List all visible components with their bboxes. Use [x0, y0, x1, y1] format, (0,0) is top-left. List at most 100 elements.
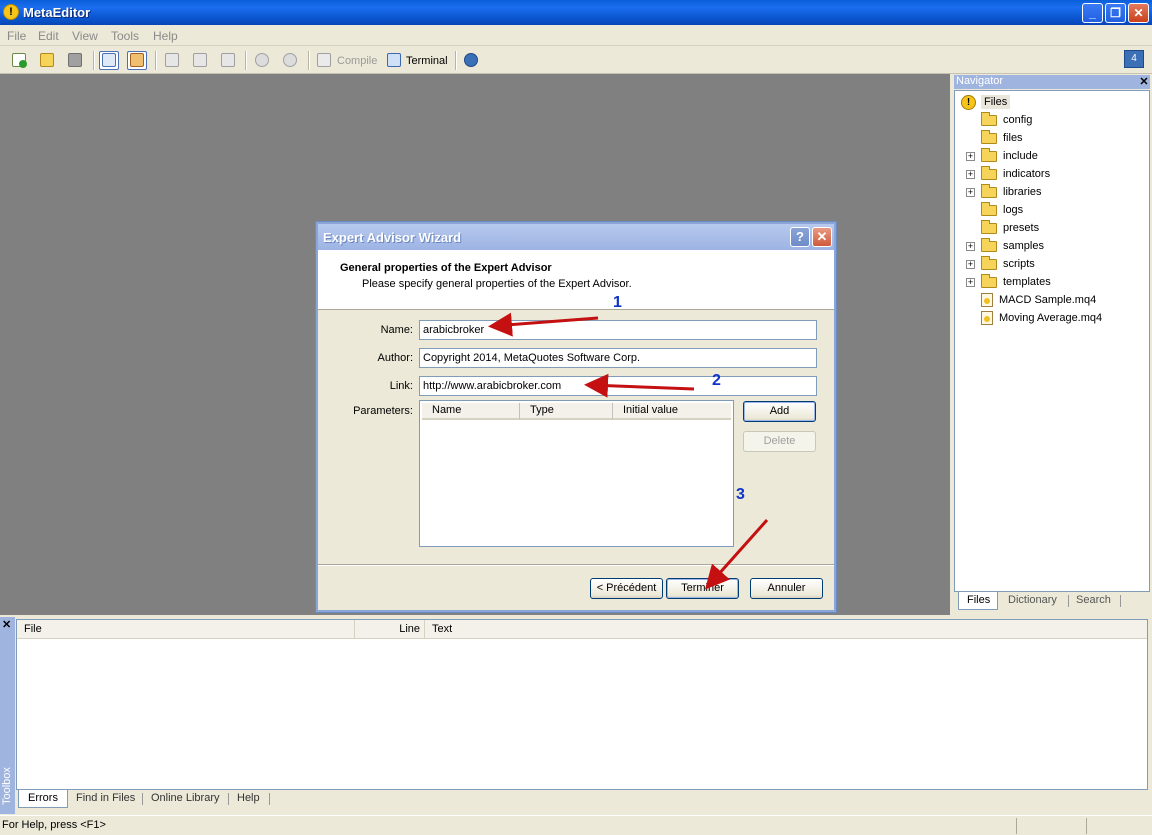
save-file-button[interactable] [65, 51, 85, 70]
dialog-close-button[interactable]: ✕ [812, 227, 832, 247]
tab-files[interactable]: Files [958, 592, 998, 610]
new-file-button[interactable] [9, 51, 29, 70]
annotation-number-2: 2 [712, 372, 721, 389]
column-file[interactable]: File [17, 620, 355, 639]
tree-item-moving-average-mq4[interactable]: Moving Average.mq4 [981, 309, 1102, 327]
folder-icon [981, 273, 997, 288]
notification-badge[interactable]: 4 [1124, 50, 1144, 68]
open-file-button[interactable] [37, 51, 57, 70]
toolbar-separator [308, 51, 309, 70]
dialog-separator [318, 564, 834, 566]
title-bar: ! MetaEditor _ ❐ ✕ [0, 0, 1152, 25]
tree-item-label: templates [1003, 276, 1051, 288]
tree-expand-icon[interactable]: + [966, 188, 975, 197]
tree-expand-icon[interactable]: + [966, 278, 975, 287]
status-cell [1016, 818, 1086, 834]
column-text[interactable]: Text [425, 620, 1147, 639]
name-input[interactable] [419, 320, 817, 340]
parameters-label: Parameters: [353, 405, 413, 417]
tree-item-label: Moving Average.mq4 [999, 312, 1103, 324]
help-icon[interactable] [461, 51, 481, 70]
undo-icon[interactable] [252, 51, 272, 70]
tab-dictionary[interactable]: Dictionary [1006, 592, 1070, 610]
tree-expand-icon[interactable]: + [966, 170, 975, 179]
tree-item-libraries[interactable]: libraries [981, 183, 1042, 201]
author-input[interactable] [419, 348, 817, 368]
dialog-header-title: General properties of the Expert Advisor [340, 262, 552, 274]
column-name[interactable]: Name [422, 403, 520, 420]
cut-icon[interactable] [162, 51, 182, 70]
delete-parameter-button[interactable]: Delete [743, 431, 816, 452]
column-line[interactable]: Line [355, 620, 425, 639]
folder-icon [981, 183, 997, 198]
finish-button[interactable]: Terminer [666, 578, 739, 599]
file-icon [981, 293, 993, 308]
link-input[interactable] [419, 376, 817, 396]
menu-file[interactable]: File [7, 29, 26, 43]
menu-tools[interactable]: Tools [111, 29, 139, 43]
tree-expand-icon[interactable]: + [966, 152, 975, 161]
tree-item-files[interactable]: files [981, 129, 1023, 147]
tree-item-config[interactable]: config [981, 111, 1032, 129]
copy-icon[interactable] [190, 51, 210, 70]
dialog-help-button[interactable]: ? [790, 227, 810, 247]
toolbar-separator [245, 51, 246, 70]
menu-help[interactable]: Help [153, 29, 178, 43]
navigator-tree[interactable]: ! Files config files + include + indicators + li… [954, 90, 1150, 592]
app-icon: ! [3, 4, 19, 20]
link-label: Link: [389, 380, 413, 392]
cancel-button[interactable]: Annuler [750, 578, 823, 599]
parameters-list[interactable]: Name Type Initial value [419, 400, 734, 547]
tab-errors[interactable]: Errors [18, 790, 68, 808]
tree-item-indicators[interactable]: indicators [981, 165, 1050, 183]
tab-divider [269, 793, 270, 805]
add-parameter-button[interactable]: Add [743, 401, 816, 422]
dialog-title: Expert Advisor Wizard [323, 230, 462, 245]
terminal-icon[interactable] [384, 51, 404, 70]
tree-item-templates[interactable]: templates [981, 273, 1051, 291]
tree-item-samples[interactable]: samples [981, 237, 1044, 255]
redo-icon[interactable] [280, 51, 300, 70]
tree-item-presets[interactable]: presets [981, 219, 1039, 237]
tab-divider [1068, 595, 1069, 607]
navigator-toggle-button[interactable] [99, 51, 119, 70]
tab-online-library[interactable]: Online Library [151, 790, 231, 808]
menu-view[interactable]: View [72, 29, 98, 43]
tab-divider [1120, 595, 1121, 607]
column-initial-value[interactable]: Initial value [613, 403, 731, 420]
compile-icon[interactable] [314, 51, 334, 70]
expert-advisor-wizard-dialog: Expert Advisor Wizard ? ✕ General proper… [316, 222, 836, 612]
status-cell [1086, 818, 1126, 834]
toolbox-toggle-button[interactable] [127, 51, 147, 70]
toolbox-label: Toolbox [1, 767, 13, 805]
tab-help[interactable]: Help [237, 790, 273, 808]
menu-edit[interactable]: Edit [38, 29, 59, 43]
tab-find-in-files[interactable]: Find in Files [76, 790, 146, 808]
compile-button[interactable]: Compile [337, 55, 377, 67]
toolbox-close-icon[interactable]: ✕ [2, 618, 11, 631]
tree-item-label: files [1003, 132, 1023, 144]
tree-expand-icon[interactable]: + [966, 260, 975, 269]
previous-button[interactable]: < Précédent [590, 578, 663, 599]
terminal-button[interactable]: Terminal [406, 55, 448, 67]
tree-item-scripts[interactable]: scripts [981, 255, 1035, 273]
close-window-button[interactable]: ✕ [1128, 3, 1149, 23]
navigator-panel: Navigator ✕ ! Files config files + include + i… [952, 74, 1152, 615]
tree-root-files[interactable]: ! Files [961, 93, 1011, 111]
name-label: Name: [380, 324, 413, 336]
tab-search[interactable]: Search [1076, 592, 1124, 610]
restore-button[interactable]: ❐ [1105, 3, 1126, 23]
tree-item-label: MACD Sample.mq4 [999, 294, 1097, 306]
tree-item-logs[interactable]: logs [981, 201, 1023, 219]
paste-icon[interactable] [218, 51, 238, 70]
tree-item-include[interactable]: include [981, 147, 1038, 165]
toolbar-separator [93, 51, 94, 70]
toolbar-separator [155, 51, 156, 70]
tree-expand-icon[interactable]: + [966, 242, 975, 251]
toolbox-results-list[interactable]: File Line Text [16, 619, 1148, 790]
folder-icon [981, 129, 997, 144]
minimize-button[interactable]: _ [1082, 3, 1103, 23]
navigator-close-icon[interactable]: ✕ [1138, 75, 1150, 89]
tree-item-macd-sample-mq4[interactable]: MACD Sample.mq4 [981, 291, 1096, 309]
column-type[interactable]: Type [520, 403, 613, 420]
